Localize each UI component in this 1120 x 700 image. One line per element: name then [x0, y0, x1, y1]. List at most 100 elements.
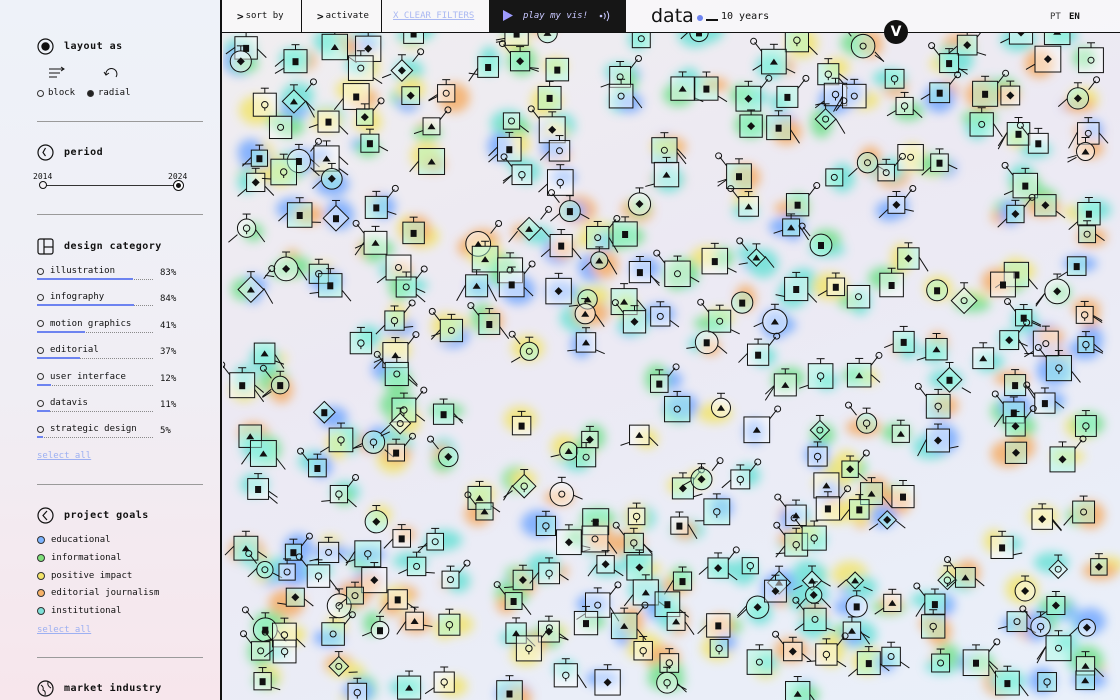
project-glyph[interactable]	[825, 168, 844, 187]
category-row[interactable]: strategic design 5%	[37, 424, 177, 439]
project-glyph[interactable]	[626, 549, 653, 581]
category-radio[interactable]	[37, 346, 44, 354]
block-radio[interactable]	[37, 89, 44, 97]
category-row[interactable]: illustration 83%	[37, 266, 177, 280]
vis-badge[interactable]: V	[884, 20, 908, 44]
sort-by-button[interactable]: > sort by	[222, 0, 302, 32]
category-select-all-link[interactable]: select all	[37, 451, 91, 461]
block-layout-icon[interactable]	[48, 66, 68, 80]
project-glyph[interactable]	[397, 670, 422, 700]
project-glyph[interactable]	[549, 476, 583, 507]
category-radio[interactable]	[37, 267, 44, 275]
project-glyph[interactable]	[776, 74, 810, 108]
project-glyph[interactable]	[962, 638, 1001, 678]
project-glyph[interactable]	[424, 666, 455, 695]
project-glyph[interactable]	[252, 87, 277, 117]
period-slider-start-handle[interactable]	[39, 181, 47, 189]
period-slider-end-handle[interactable]	[173, 180, 184, 191]
category-row[interactable]: infography 84%	[37, 292, 177, 307]
project-glyph[interactable]	[537, 80, 562, 110]
project-glyph[interactable]	[1004, 298, 1042, 327]
project-glyph[interactable]	[735, 74, 773, 112]
goal-row[interactable]: institutional	[37, 606, 121, 616]
project-glyph[interactable]	[401, 86, 421, 105]
project-glyph[interactable]	[627, 187, 652, 216]
project-glyph[interactable]	[764, 368, 797, 401]
project-glyph[interactable]	[897, 144, 924, 171]
project-glyph[interactable]	[631, 33, 651, 49]
category-row[interactable]: datavis 11%	[37, 398, 177, 412]
project-glyph[interactable]	[471, 240, 499, 273]
project-glyph[interactable]	[741, 557, 759, 575]
project-glyph[interactable]	[813, 472, 840, 499]
category-radio[interactable]	[37, 373, 44, 381]
goal-color-dot[interactable]	[37, 571, 45, 580]
project-glyph[interactable]	[1078, 42, 1104, 74]
project-glyph[interactable]	[1075, 670, 1095, 691]
category-radio[interactable]	[37, 293, 44, 301]
goal-row[interactable]: editorial journalism	[37, 588, 159, 598]
category-radio[interactable]	[37, 399, 44, 407]
project-glyph[interactable]	[884, 325, 915, 353]
category-row[interactable]: editorial 37%	[37, 345, 177, 360]
lang-en-button[interactable]: EN	[1069, 12, 1080, 22]
layout-option-radial[interactable]: radial	[87, 88, 131, 98]
project-glyph[interactable]	[545, 272, 572, 305]
period-slider-track[interactable]	[43, 185, 178, 186]
vis-canvas[interactable]	[223, 33, 1120, 700]
project-glyph[interactable]	[664, 390, 691, 423]
project-glyph[interactable]	[537, 33, 558, 44]
project-glyph[interactable]	[545, 57, 570, 82]
goal-color-dot[interactable]	[37, 589, 45, 598]
project-glyph[interactable]	[785, 182, 821, 217]
goal-row[interactable]: educational	[37, 535, 111, 545]
project-glyph[interactable]	[731, 291, 754, 314]
goals-select-all-link[interactable]: select all	[37, 625, 91, 635]
project-glyph[interactable]	[694, 493, 731, 526]
project-glyph[interactable]	[846, 284, 871, 309]
project-glyph[interactable]	[753, 303, 788, 335]
project-glyph[interactable]	[881, 641, 910, 669]
project-glyph[interactable]	[428, 79, 456, 103]
project-glyph[interactable]	[361, 562, 388, 594]
project-glyph[interactable]	[697, 613, 731, 638]
project-glyph[interactable]	[774, 493, 807, 527]
goal-row[interactable]: positive impact	[37, 571, 132, 581]
project-glyph[interactable]	[352, 219, 388, 256]
clear-filters-link[interactable]: X CLEAR FILTERS	[393, 11, 474, 21]
project-glyph[interactable]	[799, 358, 834, 389]
project-glyph[interactable]	[884, 68, 905, 89]
radial-layout-icon[interactable]	[103, 65, 119, 81]
goal-color-dot[interactable]	[37, 607, 45, 616]
project-glyph[interactable]	[594, 664, 621, 696]
project-glyph[interactable]	[746, 644, 773, 675]
project-glyph[interactable]	[709, 638, 729, 658]
project-glyph[interactable]	[488, 675, 523, 700]
project-glyph[interactable]	[1037, 672, 1057, 692]
project-glyph[interactable]	[990, 271, 1016, 298]
project-glyph[interactable]	[538, 164, 574, 196]
project-glyph[interactable]	[997, 117, 1031, 150]
project-glyph[interactable]	[972, 342, 995, 370]
project-glyph[interactable]	[1058, 256, 1087, 278]
category-row[interactable]: user interface 12%	[37, 372, 177, 386]
project-glyph[interactable]	[403, 33, 424, 44]
category-radio[interactable]	[37, 320, 44, 328]
radial-radio[interactable]	[87, 89, 94, 97]
project-glyph[interactable]	[1034, 194, 1066, 219]
category-radio[interactable]	[37, 425, 44, 433]
project-glyph[interactable]	[468, 56, 499, 82]
goal-color-dot[interactable]	[37, 553, 45, 562]
project-glyph[interactable]	[1043, 33, 1071, 46]
project-glyph[interactable]	[743, 405, 782, 444]
project-glyph[interactable]	[710, 392, 732, 418]
project-glyph[interactable]	[926, 279, 949, 302]
project-glyph[interactable]	[438, 608, 461, 636]
project-glyph[interactable]	[268, 115, 293, 140]
project-glyph[interactable]	[1004, 441, 1028, 464]
project-glyph[interactable]	[715, 152, 752, 190]
project-glyph[interactable]	[846, 351, 883, 388]
project-glyph[interactable]	[798, 222, 833, 257]
lang-pt-button[interactable]: PT	[1050, 12, 1061, 22]
play-vis-button[interactable]: play my vis!	[489, 0, 626, 32]
